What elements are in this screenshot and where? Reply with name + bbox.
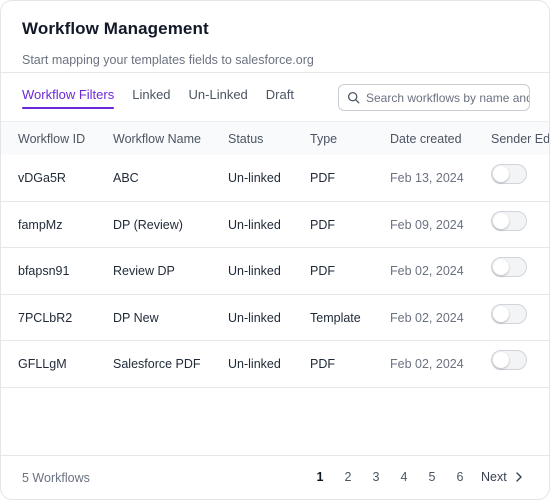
column-header-status[interactable]: Status bbox=[228, 132, 263, 146]
sender-editable-toggle[interactable] bbox=[491, 210, 527, 231]
page-1-button[interactable]: 1 bbox=[306, 470, 334, 484]
workflow-date-created: Feb 02, 2024 bbox=[390, 310, 464, 325]
page-3-button[interactable]: 3 bbox=[362, 470, 390, 484]
workflow-management-card: Workflow Management Start mapping your t… bbox=[0, 0, 550, 500]
page-title: Workflow Management bbox=[22, 19, 209, 38]
sender-editable-toggle[interactable] bbox=[491, 257, 527, 277]
table-row[interactable]: bfapsn91 Review DP Un-linked PDF Feb 02,… bbox=[1, 248, 549, 295]
workflow-id: 7PCLbR2 bbox=[18, 310, 73, 325]
chevron-right-icon bbox=[516, 472, 522, 482]
workflow-id: fampMz bbox=[18, 217, 63, 232]
workflow-name: DP New bbox=[113, 310, 159, 325]
workflow-id: vDGa5R bbox=[18, 171, 66, 185]
table-body: vDGa5R ABC Un-linked PDF Feb 13, 2024 fa… bbox=[1, 155, 549, 388]
toggle-knob bbox=[493, 305, 509, 322]
table-row[interactable]: 7PCLbR2 DP New Un-linked Template Feb 02… bbox=[1, 295, 549, 341]
workflow-date-created: Feb 02, 2024 bbox=[390, 264, 464, 278]
search-icon bbox=[347, 91, 360, 104]
next-label: Next bbox=[481, 470, 507, 484]
workflow-type: Template bbox=[310, 310, 361, 325]
page-2-button[interactable]: 2 bbox=[334, 470, 362, 484]
header: Workflow Management Start mapping your t… bbox=[22, 19, 314, 67]
column-header-date-created[interactable]: Date created bbox=[390, 132, 462, 146]
workflow-name: ABC bbox=[113, 171, 139, 185]
workflow-status: Un-linked bbox=[228, 310, 281, 325]
column-header-sender-editable[interactable]: Sender Ed bbox=[491, 132, 549, 146]
page-6-button[interactable]: 6 bbox=[446, 470, 474, 484]
footer-divider bbox=[1, 455, 549, 456]
toggle-knob bbox=[493, 352, 509, 368]
tab-linked[interactable]: Linked bbox=[132, 87, 170, 108]
tab-workflow-filters[interactable]: Workflow Filters bbox=[22, 87, 115, 109]
workflow-status: Un-linked bbox=[228, 264, 281, 278]
tab-bar: Workflow Filters Linked Un-Linked Draft bbox=[22, 87, 312, 109]
workflow-status: Un-linked bbox=[228, 357, 281, 371]
workflow-id: GFLLgM bbox=[18, 357, 67, 371]
workflow-count: 5 Workflows bbox=[22, 471, 90, 485]
page-4-button[interactable]: 4 bbox=[390, 470, 418, 484]
next-page-button[interactable]: Next bbox=[481, 470, 523, 484]
table-row[interactable]: GFLLgM Salesforce PDF Un-linked PDF Feb … bbox=[1, 341, 549, 388]
workflow-status: Un-linked bbox=[228, 217, 281, 232]
sender-editable-toggle[interactable] bbox=[491, 164, 527, 184]
workflow-name: DP (Review) bbox=[113, 217, 183, 232]
column-header-workflow-id[interactable]: Workflow ID bbox=[18, 132, 85, 146]
pagination: 1 2 3 4 5 6 bbox=[306, 470, 474, 484]
workflow-date-created: Feb 09, 2024 bbox=[390, 217, 464, 232]
workflow-date-created: Feb 13, 2024 bbox=[390, 171, 464, 185]
column-header-type[interactable]: Type bbox=[310, 132, 337, 146]
workflow-type: PDF bbox=[310, 171, 335, 185]
workflow-name: Review DP bbox=[113, 264, 175, 278]
workflow-type: PDF bbox=[310, 357, 335, 371]
toggle-knob bbox=[493, 166, 509, 182]
workflow-id: bfapsn91 bbox=[18, 264, 70, 278]
table-row[interactable]: fampMz DP (Review) Un-linked PDF Feb 09,… bbox=[1, 202, 549, 248]
toggle-knob bbox=[493, 212, 509, 229]
tab-draft[interactable]: Draft bbox=[266, 87, 294, 108]
workflow-status: Un-linked bbox=[228, 171, 281, 185]
search-input[interactable] bbox=[366, 90, 529, 105]
workflow-type: PDF bbox=[310, 264, 335, 278]
page-5-button[interactable]: 5 bbox=[418, 470, 446, 484]
header-divider bbox=[1, 72, 549, 73]
workflow-date-created: Feb 02, 2024 bbox=[390, 357, 464, 371]
sender-editable-toggle[interactable] bbox=[491, 303, 527, 324]
workflow-name: Salesforce PDF bbox=[113, 357, 201, 371]
table-header: Workflow ID Workflow Name Status Type Da… bbox=[1, 121, 549, 155]
sender-editable-toggle[interactable] bbox=[491, 350, 527, 370]
column-header-workflow-name[interactable]: Workflow Name bbox=[113, 132, 201, 146]
toggle-knob bbox=[493, 259, 509, 275]
workflow-type: PDF bbox=[310, 217, 335, 232]
table-row[interactable]: vDGa5R ABC Un-linked PDF Feb 13, 2024 bbox=[1, 155, 549, 202]
tab-un-linked[interactable]: Un-Linked bbox=[189, 87, 248, 108]
search-box bbox=[338, 84, 530, 111]
page-subtitle: Start mapping your templates fields to s… bbox=[22, 53, 314, 67]
